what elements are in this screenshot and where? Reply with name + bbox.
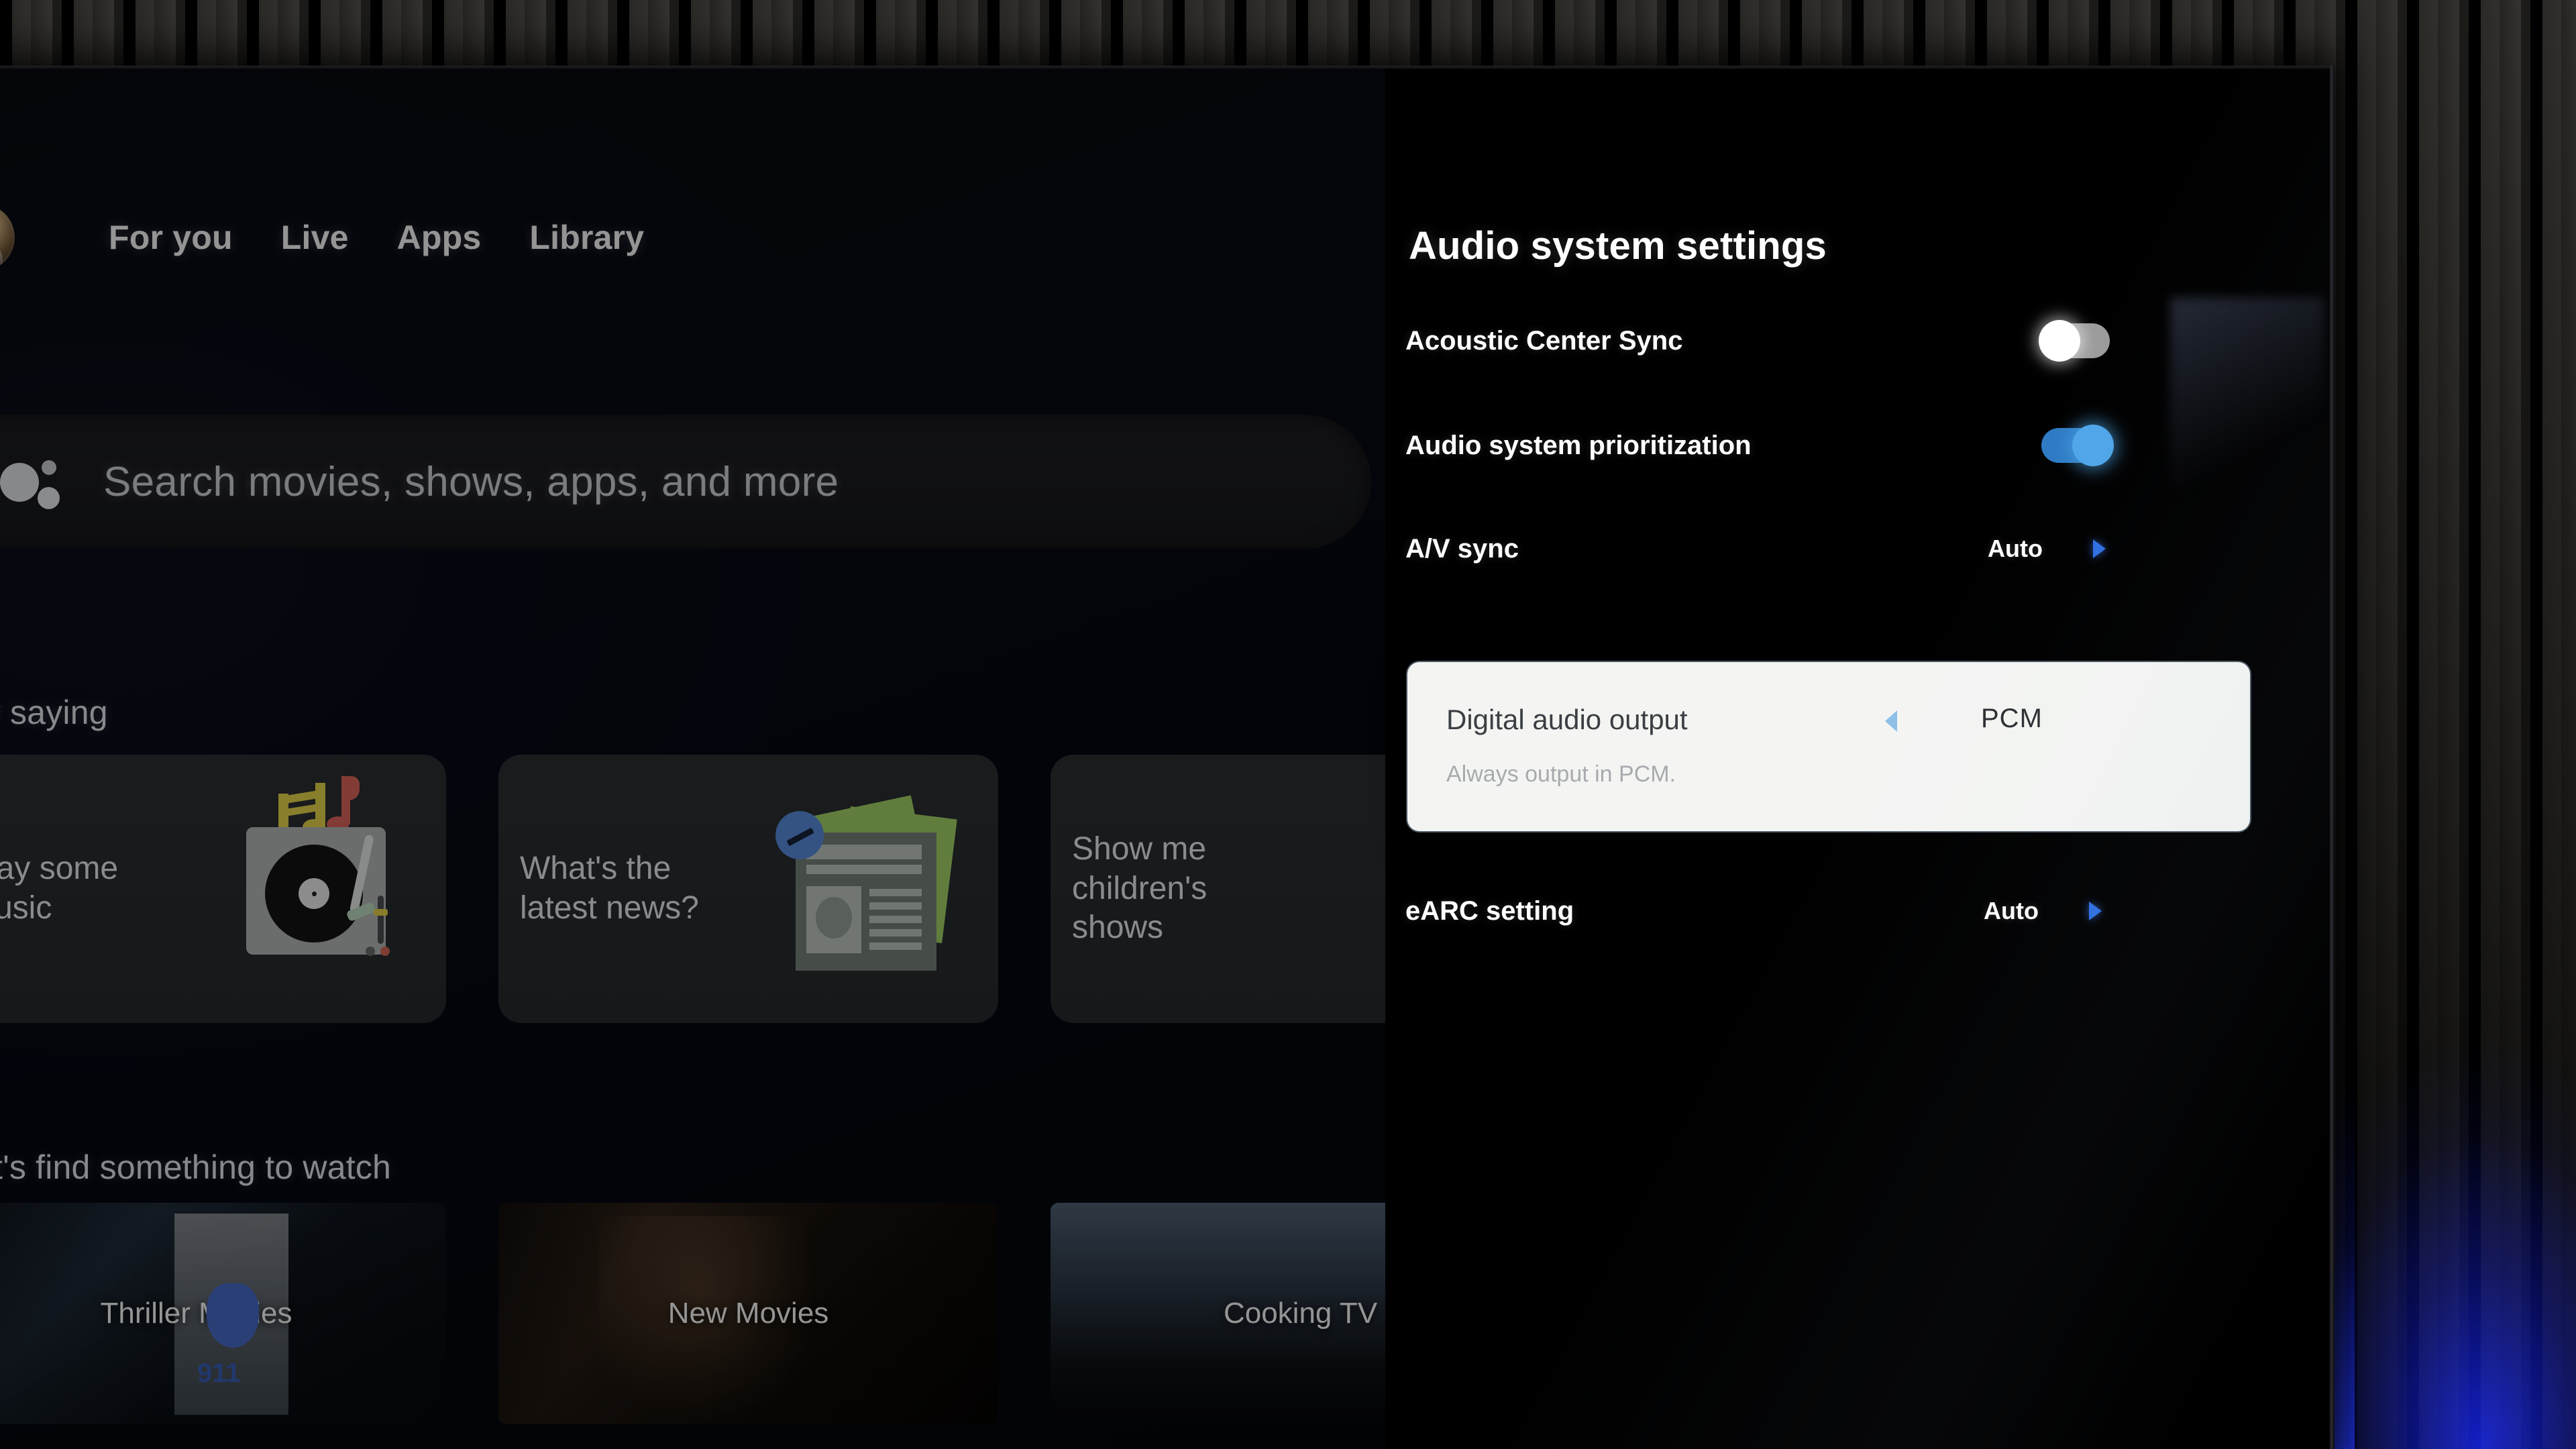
audio-system-prioritization-toggle[interactable] <box>2041 428 2110 463</box>
lets-watch-title: Let's find something to watch <box>0 1148 391 1187</box>
setting-label: Acoustic Center Sync <box>1405 326 1682 356</box>
setting-value: PCM <box>1981 704 2043 734</box>
setting-value: Auto <box>1988 535 2043 563</box>
google-assistant-icon <box>0 449 64 514</box>
chevron-right-icon <box>2093 539 2106 558</box>
suggestion-label: Play some music <box>0 849 189 928</box>
suggestion-label: What's the latest news? <box>520 849 741 928</box>
watch-card-label: Cooking TV <box>1051 1297 1385 1330</box>
setting-row-digital-audio-output-focused[interactable]: Digital audio output PCM Always output i… <box>1407 662 2250 831</box>
suggestion-card-childrens-shows[interactable]: Show me children's shows <box>1051 755 1385 1023</box>
watch-card-new-movies[interactable]: New Movies <box>498 1203 998 1424</box>
suggestion-label: Show me children's shows <box>1072 830 1293 948</box>
setting-value: Auto <box>1984 897 2039 925</box>
chevron-right-icon <box>2089 902 2102 920</box>
nav-tab-for-you[interactable]: For you <box>85 218 257 257</box>
watch-row: 911 Thriller Movies New Movies Cooking T… <box>0 1203 1385 1424</box>
suggestion-card-latest-news[interactable]: What's the latest news? <box>498 755 998 1023</box>
setting-description: Always output in PCM. <box>1446 761 1676 788</box>
setting-label: eARC setting <box>1405 896 1574 926</box>
nav-tab-library[interactable]: Library <box>505 218 668 257</box>
watch-card-thriller-movies[interactable]: 911 Thriller Movies <box>0 1203 446 1424</box>
panel-title: Audio system settings <box>1409 223 1827 268</box>
try-saying-row: Play some music <box>0 755 1385 1023</box>
room-scene: For you Live Apps Library Search movies,… <box>0 0 2576 1449</box>
setting-row-av-sync[interactable]: A/V sync Auto <box>1405 512 2184 586</box>
setting-label: A/V sync <box>1405 534 1519 564</box>
suggestion-card-play-music[interactable]: Play some music <box>0 755 446 1023</box>
user-avatar[interactable] <box>0 204 15 271</box>
chevron-left-icon[interactable] <box>1885 710 1897 732</box>
setting-row-earc-setting[interactable]: eARC setting Auto <box>1405 874 2184 948</box>
top-navigation-bar: For you Live Apps Library <box>0 201 668 274</box>
setting-label: Digital audio output <box>1446 704 1688 736</box>
watch-card-label: New Movies <box>498 1297 998 1330</box>
nav-tab-live[interactable]: Live <box>257 218 373 257</box>
tv-bezel-right <box>2330 66 2334 1449</box>
newspaper-icon <box>769 788 970 989</box>
search-bar[interactable]: Search movies, shows, apps, and more <box>0 415 1371 549</box>
search-placeholder: Search movies, shows, apps, and more <box>103 458 839 506</box>
audio-system-settings-panel: Audio system settings Acoustic Center Sy… <box>1385 69 2330 1449</box>
television: For you Live Apps Library Search movies,… <box>0 66 2334 1449</box>
google-tv-home: For you Live Apps Library Search movies,… <box>0 69 1385 1449</box>
nav-items: For you Live Apps Library <box>85 218 668 257</box>
setting-row-acoustic-center-sync[interactable]: Acoustic Center Sync <box>1405 304 2184 378</box>
turntable-icon <box>217 788 418 989</box>
try-saying-title: Try saying <box>0 693 108 732</box>
tv-screen: For you Live Apps Library Search movies,… <box>0 69 2330 1449</box>
star-book-icon <box>1321 788 1385 989</box>
nav-tab-apps[interactable]: Apps <box>373 218 506 257</box>
setting-row-audio-system-prioritization[interactable]: Audio system prioritization <box>1405 409 2184 482</box>
watch-card-cooking-tv[interactable]: Cooking TV <box>1051 1203 1385 1424</box>
acoustic-center-sync-toggle[interactable] <box>2041 323 2110 358</box>
setting-label: Audio system prioritization <box>1405 431 1752 461</box>
trending-badge-icon <box>775 811 824 859</box>
